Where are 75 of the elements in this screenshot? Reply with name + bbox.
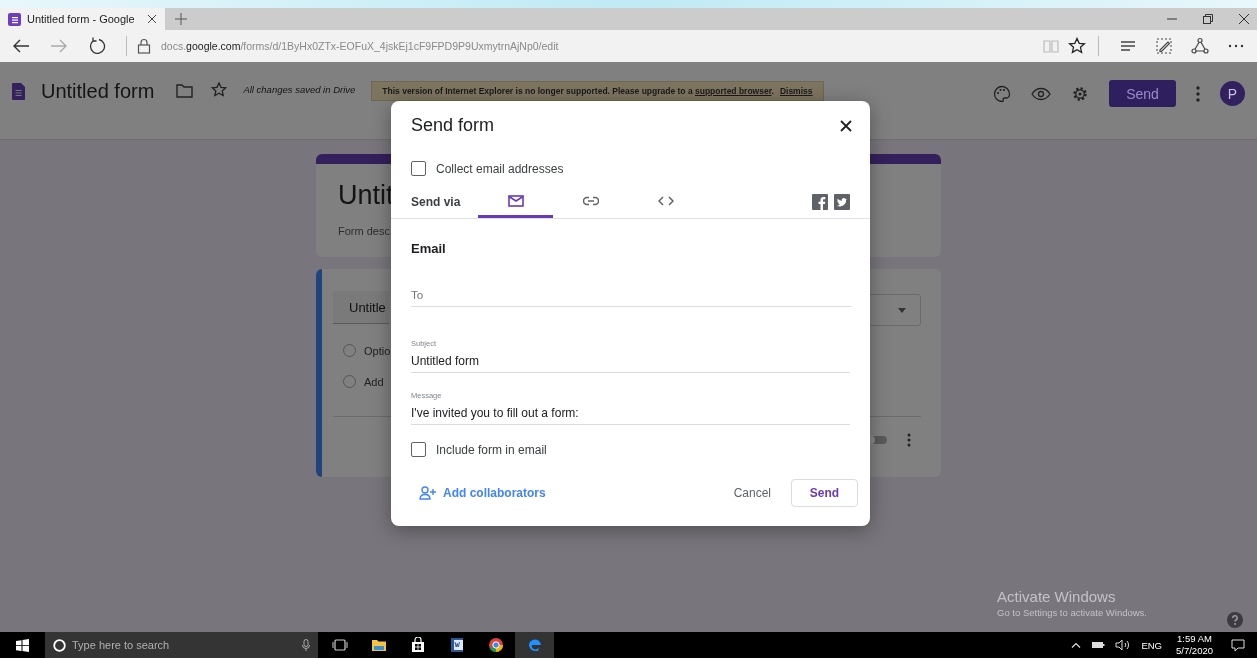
link[interactable]: supported browser [695, 86, 772, 96]
palette-icon[interactable] [993, 84, 1011, 103]
clock-date[interactable]: 5/7/2020 [1176, 645, 1213, 657]
task-view-icon [331, 637, 348, 653]
link-icon [582, 195, 599, 206]
lock-icon [137, 38, 151, 54]
tab-title: Untitled form - Google [27, 13, 136, 25]
add-collaborators-link[interactable]: Add collaborators [419, 486, 546, 500]
activation-title: Activate Windows [997, 588, 1117, 605]
form-description: Form desc [338, 225, 391, 237]
settings-icon[interactable] [1071, 84, 1089, 103]
send-button[interactable]: Send [1109, 80, 1176, 107]
add-option-text[interactable]: Add [364, 375, 384, 388]
forms-icon[interactable] [12, 83, 25, 100]
folder-icon [370, 637, 387, 653]
dismiss-link[interactable]: Dismiss [779, 86, 813, 96]
section-heading: Email [411, 241, 447, 256]
restore-icon[interactable] [1203, 14, 1213, 24]
clock-time[interactable]: 1:59 AM [1177, 633, 1212, 645]
close-icon[interactable] [1239, 14, 1249, 24]
close-icon[interactable] [147, 14, 157, 24]
chevron-up-icon[interactable] [1071, 642, 1082, 648]
avatar[interactable]: P [1220, 81, 1245, 106]
back-icon[interactable] [12, 37, 30, 55]
folder-icon[interactable] [176, 84, 194, 98]
eye-icon[interactable] [1031, 86, 1051, 101]
edge-browser-button[interactable] [515, 632, 554, 658]
edge-browser-icon [526, 637, 543, 653]
browser-icon [487, 637, 504, 653]
add-person-icon [419, 486, 437, 500]
url-text[interactable]: docs.google.com/forms/d/1ByHx0ZTx-EOFuX_4jskEj1cF9FPD9P9UxmytrnAjNp0/edit [161, 40, 559, 52]
pen-icon[interactable] [1155, 37, 1173, 55]
message-field[interactable]: I've invited you to fill out a form: [411, 406, 850, 425]
cancel-button[interactable]: Cancel [733, 486, 771, 500]
forms-icon [8, 12, 21, 26]
form-title[interactable]: Untitled form [41, 80, 155, 103]
form-title: Untit [338, 180, 394, 211]
refresh-icon[interactable] [88, 37, 106, 55]
checkbox-label: Include form in email [436, 442, 547, 457]
checkbox-label: Collect email addresses [436, 161, 564, 176]
new-tab-icon[interactable] [175, 13, 187, 25]
browser-tab[interactable]: Untitled form - Google [0, 8, 165, 30]
speaker-icon[interactable] [1115, 639, 1132, 651]
checkbox[interactable] [411, 442, 426, 457]
to-field[interactable]: To [411, 289, 851, 307]
taskbar-search-field[interactable]: Type here to search [45, 632, 318, 658]
twitter-icon[interactable] [834, 194, 850, 210]
checkbox[interactable] [411, 161, 426, 176]
star-icon[interactable] [1068, 37, 1086, 55]
close-icon[interactable] [840, 119, 852, 132]
facebook-icon[interactable] [812, 194, 828, 210]
battery-icon[interactable] [1091, 641, 1106, 649]
star-icon[interactable] [211, 82, 228, 98]
document-app-icon [448, 637, 465, 653]
caret-icon [898, 307, 906, 313]
question-field[interactable]: Untitle [333, 291, 389, 324]
option-text[interactable]: Optio [364, 344, 391, 357]
share-icon[interactable] [1191, 37, 1209, 55]
search-placeholder: Type here to search [72, 639, 171, 651]
cortana-icon [53, 638, 66, 652]
activation-subtitle: Go to Settings to activate Windows. [997, 607, 1147, 618]
help-icon[interactable] [1227, 612, 1243, 628]
send-via-label: Send via [411, 195, 461, 211]
envelope-icon [507, 194, 524, 207]
subject-field[interactable]: Untitled form [411, 354, 850, 373]
notifications-icon[interactable] [1231, 638, 1245, 652]
dialog-title: Send form [411, 115, 495, 136]
save-status: All changes saved in Drive [243, 84, 356, 95]
send-button[interactable]: Send [791, 479, 858, 507]
code-icon [657, 195, 674, 206]
banner-message: This version of Internet Explorer is no longer supported. Please upgrade to a supported browser. [382, 86, 774, 96]
language-indicator[interactable]: ENG [1141, 639, 1162, 651]
microphone-icon[interactable] [302, 639, 310, 651]
store-icon [409, 637, 426, 653]
windows-start-icon[interactable] [16, 638, 29, 652]
